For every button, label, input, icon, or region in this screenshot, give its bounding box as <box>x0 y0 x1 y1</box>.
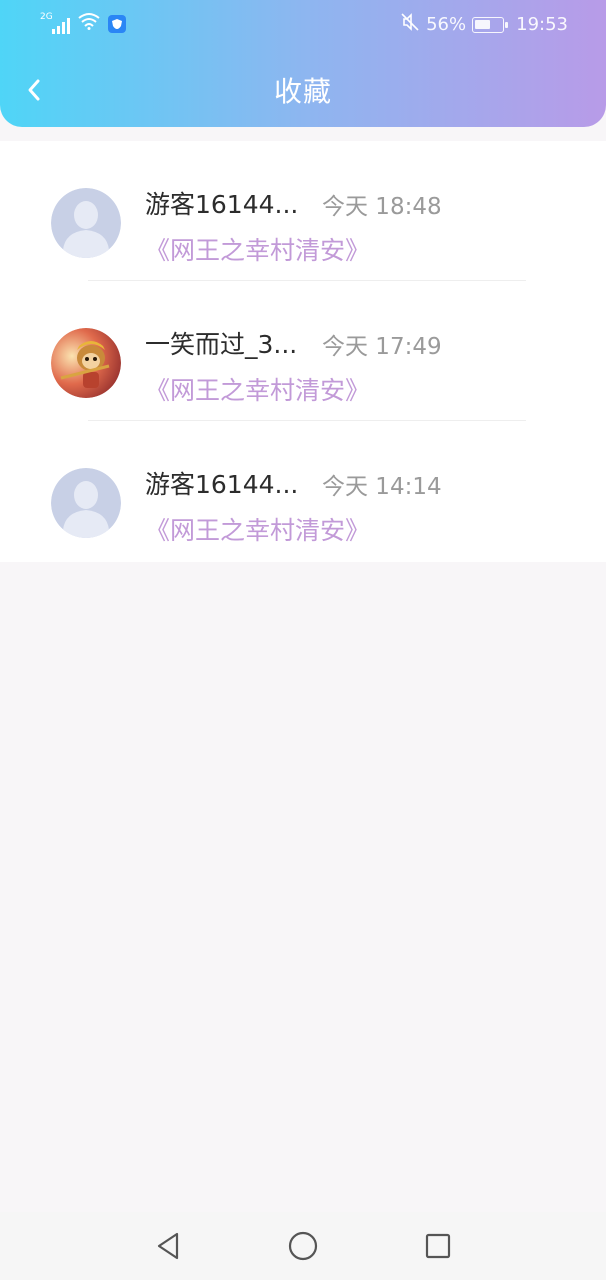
battery-icon <box>472 16 509 33</box>
wifi-icon <box>78 12 100 35</box>
favorites-list: 游客16144... 今天 18:48 《网王之幸村清安》 一笑而过_3... … <box>0 141 606 562</box>
timestamp: 今天 14:14 <box>322 474 442 500</box>
status-bar: 2G 56% 19:53 <box>0 0 606 48</box>
default-avatar-icon <box>51 468 121 538</box>
timestamp: 今天 18:48 <box>322 194 442 220</box>
user-name: 游客16144... <box>145 190 299 219</box>
app-header: 2G 56% 19:53 收藏 <box>0 0 606 127</box>
square-recent-icon <box>425 1233 451 1259</box>
user-name: 一笑而过_3... <box>145 330 298 359</box>
battery-percent: 56% <box>426 14 467 35</box>
book-title-link[interactable]: 《网王之幸村清安》 <box>145 511 370 547</box>
list-item[interactable]: 游客16144... 今天 14:14 《网王之幸村清安》 <box>0 421 606 561</box>
avatar[interactable] <box>51 328 121 398</box>
list-item[interactable]: 游客16144... 今天 18:48 《网王之幸村清安》 <box>0 141 606 281</box>
network-type-label: 2G <box>40 11 53 22</box>
avatar[interactable] <box>51 188 121 258</box>
nav-back-button[interactable] <box>148 1228 188 1264</box>
status-right: 56% 19:53 <box>400 12 568 37</box>
security-shield-icon <box>108 14 126 33</box>
status-left: 2G <box>40 12 126 35</box>
user-name: 游客16144... <box>145 470 299 499</box>
monkey-king-avatar-icon <box>51 328 121 398</box>
favorites-screen: 2G 56% 19:53 收藏 游客16144... 今天 18:48 《网王之… <box>0 0 606 1280</box>
system-nav-bar <box>0 1212 606 1280</box>
triangle-back-icon <box>157 1232 179 1260</box>
nav-recent-button[interactable] <box>418 1228 458 1264</box>
page-title: 收藏 <box>273 75 332 108</box>
avatar[interactable] <box>51 468 121 538</box>
mute-icon <box>400 12 420 37</box>
cell-signal-icon: 2G <box>40 11 70 34</box>
list-item[interactable]: 一笑而过_3... 今天 17:49 《网王之幸村清安》 <box>0 281 606 421</box>
nav-home-button[interactable] <box>283 1228 323 1264</box>
book-title-link[interactable]: 《网王之幸村清安》 <box>145 371 370 407</box>
circle-home-icon <box>288 1231 318 1261</box>
clock: 19:53 <box>516 14 568 35</box>
default-avatar-icon <box>51 188 121 258</box>
book-title-link[interactable]: 《网王之幸村清安》 <box>145 231 370 267</box>
timestamp: 今天 17:49 <box>322 334 442 360</box>
